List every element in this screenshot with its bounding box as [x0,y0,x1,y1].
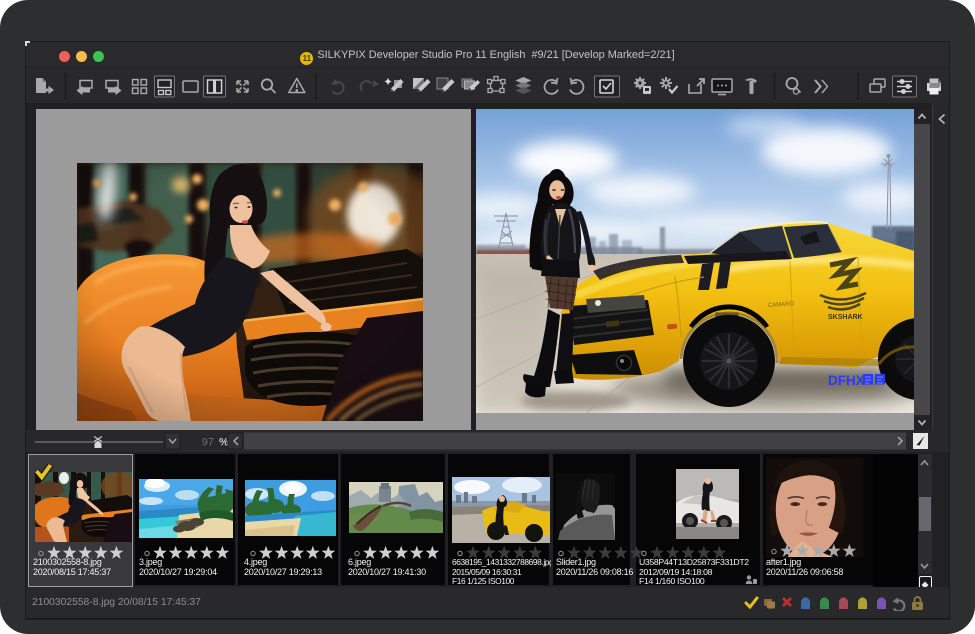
svg-text:SKSHARK: SKSHARK [828,314,863,321]
svg-text:97: 97 [202,437,214,449]
svg-text:DFHX: DFHX [828,373,865,388]
